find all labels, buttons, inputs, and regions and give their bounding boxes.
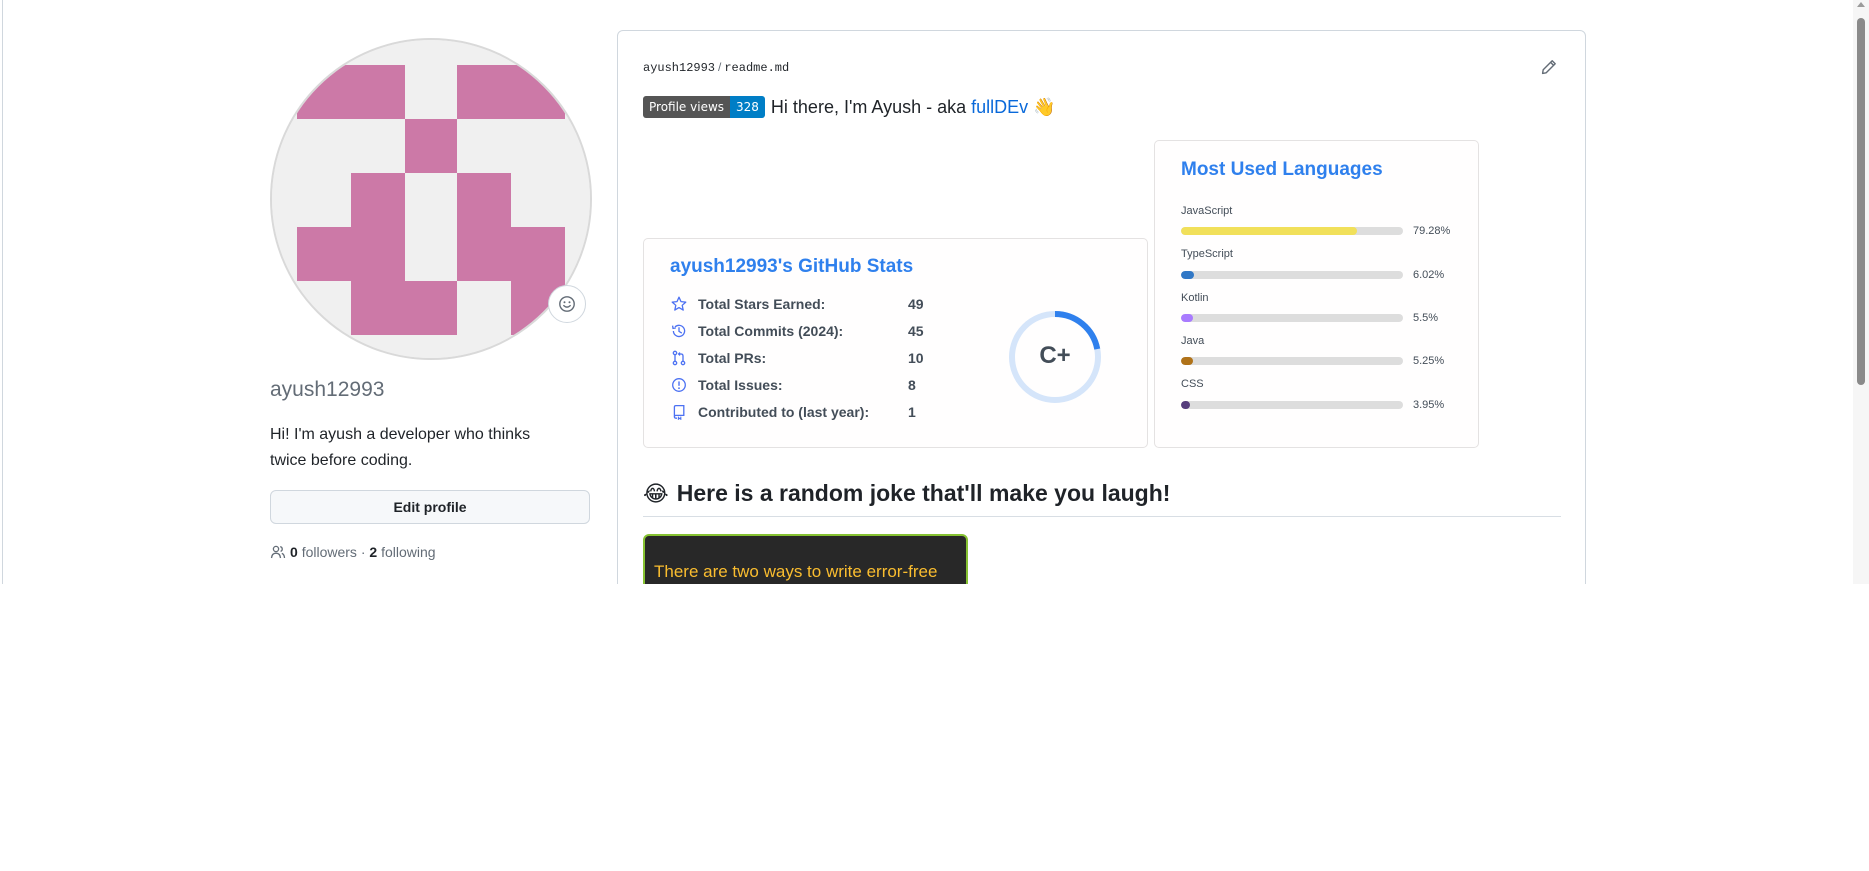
language-bar	[1181, 314, 1403, 322]
stat-row-issues: Total Issues: 8	[670, 375, 916, 395]
people-icon	[270, 545, 286, 559]
edit-profile-button[interactable]: Edit profile	[270, 490, 590, 524]
pull-request-icon	[670, 349, 688, 367]
stat-row-prs: Total PRs: 10	[670, 348, 924, 368]
stat-row-commits: Total Commits (2024): 45	[670, 321, 924, 341]
stat-row-stars: Total Stars Earned: 49	[670, 294, 924, 314]
stat-label: Total Commits (2024):	[698, 323, 844, 339]
stat-label: Total Stars Earned:	[698, 296, 826, 312]
profile-bio: Hi! I'm ayush a developer who thinks twi…	[270, 426, 531, 469]
joke-heading-text: Here is a random joke that'll make you l…	[676, 480, 1171, 506]
stat-label: Contributed to (last year):	[698, 404, 870, 420]
edit-readme-button[interactable]	[1541, 59, 1557, 80]
language-percent: 5.25%	[1413, 355, 1445, 367]
language-percent: 3.95%	[1413, 399, 1445, 411]
stat-value: 45	[908, 323, 924, 339]
stat-value: 1	[908, 404, 916, 420]
heading-divider	[643, 516, 1561, 517]
language-bar-fill	[1181, 271, 1195, 279]
language-bar-fill	[1181, 357, 1193, 365]
following-link[interactable]: 2 following	[369, 544, 435, 560]
scrollbar-thumb[interactable]	[1857, 18, 1865, 385]
greeting-text: Hi there, I'm Ayush - aka	[770, 96, 972, 117]
language-name: Java	[1181, 335, 1205, 347]
page-left-border	[2, 0, 3, 584]
language-bar-fill	[1181, 401, 1190, 409]
languages-title: Most Used Languages	[1181, 159, 1383, 180]
issue-icon	[670, 376, 688, 394]
laughing-emoji: 😂	[643, 480, 669, 506]
joke-text: There are two ways to write error-free	[654, 562, 938, 581]
joke-heading: 😂 Here is a random joke that'll make you…	[643, 480, 1170, 507]
scroll-up-arrow[interactable]	[1857, 2, 1865, 7]
stat-label: Total PRs:	[698, 350, 767, 366]
badge-label: Profile views	[643, 96, 731, 118]
waving-hand-emoji: 👋	[1033, 96, 1056, 117]
language-bar	[1181, 271, 1403, 279]
breadcrumb-separator: /	[718, 60, 722, 74]
following-label: following	[381, 544, 436, 560]
blank-area	[0, 584, 1869, 871]
language-name: TypeScript	[1181, 248, 1233, 260]
language-name: CSS	[1181, 378, 1204, 390]
language-bar-fill	[1181, 227, 1357, 235]
followers-link[interactable]: 0 followers	[290, 544, 357, 560]
stat-value: 10	[908, 350, 924, 366]
language-percent: 5.5%	[1413, 312, 1439, 324]
readme-owner-link[interactable]: ayush12993	[643, 61, 715, 75]
identicon-image	[272, 40, 590, 358]
language-bar	[1181, 357, 1403, 365]
language-bar	[1181, 401, 1403, 409]
avatar[interactable]	[270, 38, 592, 360]
followers-count: 0	[290, 544, 298, 560]
follow-stats: 0 followers · 2 following	[270, 544, 436, 560]
badge-value: 328	[730, 96, 765, 118]
rank-label: C+	[1039, 342, 1071, 369]
stat-row-contributed: Contributed to (last year): 1	[670, 402, 916, 422]
repo-icon	[670, 403, 688, 421]
language-name: JavaScript	[1181, 205, 1233, 217]
language-name: Kotlin	[1181, 292, 1209, 304]
smiley-icon	[559, 296, 575, 312]
readme-greeting: Profile views 328 Hi there, I'm Ayush - …	[643, 96, 1056, 118]
followers-label: followers	[301, 544, 357, 560]
github-stats-title: ayush12993's GitHub Stats	[670, 256, 914, 277]
stat-value: 49	[908, 296, 924, 312]
set-status-button[interactable]	[548, 285, 586, 323]
readme-breadcrumb: ayush12993/readme.md	[643, 60, 789, 75]
profile-views-badge: Profile views 328	[643, 96, 765, 118]
readme-file-link[interactable]: readme.md	[724, 61, 789, 75]
pencil-icon	[1541, 60, 1556, 75]
stat-label: Total Issues:	[698, 377, 783, 393]
profile-username: ayush12993	[270, 378, 385, 401]
star-icon	[670, 295, 688, 313]
language-bar-fill	[1181, 314, 1194, 322]
language-bar	[1181, 227, 1403, 235]
history-icon	[670, 322, 688, 340]
stat-value: 8	[908, 377, 916, 393]
language-percent: 6.02%	[1413, 269, 1445, 281]
greeting-link[interactable]: fullDEv	[971, 97, 1028, 118]
language-percent: 79.28%	[1413, 225, 1451, 237]
